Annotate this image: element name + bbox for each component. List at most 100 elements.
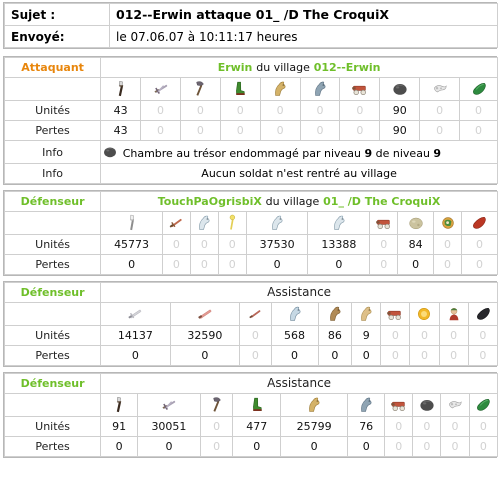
sword-thin-red-icon: [239, 302, 272, 326]
side-label-attacker: Attaquant: [3, 57, 102, 78]
battle-report-page: Sujet : 012--Erwin attaque 01_ /D The Cr…: [0, 0, 500, 503]
losses-light-cavalry: 0: [259, 120, 301, 141]
info-message: Chambre au trésor endommagé par niveau 9…: [122, 147, 442, 160]
losses-sword-pink: 0: [169, 345, 241, 366]
losses-spear-white: 0: [100, 254, 163, 275]
spear-icon: [100, 77, 142, 101]
losses-horse-brown: 0: [317, 345, 353, 366]
units-paladin-head: 0: [438, 325, 469, 346]
paladin-icon: [419, 77, 461, 101]
unit-icon-row: [3, 77, 498, 101]
info-label: Info: [3, 140, 102, 164]
losses-axe: 0: [179, 120, 221, 141]
units-label: Unités: [3, 416, 102, 437]
units-scout-boot: 477: [232, 416, 282, 437]
losses-sword-silver: 0: [100, 345, 171, 366]
losses-horse-white-md: 0: [245, 254, 309, 275]
block-title-row: Défenseur TouchPaOgrisbiX du village 01_ …: [3, 191, 498, 212]
units-paladin-horn: 0: [433, 234, 462, 255]
block-title-defender-assist-1: Assistance: [100, 282, 498, 303]
side-label-defender-assist-2: Défenseur: [3, 373, 102, 394]
units-row: Unités 14137 32590 0 568 86 9 0 0 0 0: [3, 325, 499, 346]
report-table-defender-assist-2: Défenseur Assistance Unités 91 30051 0 477 257…: [3, 373, 499, 457]
units-catapult-stone: 84: [397, 234, 435, 255]
report-header-block: Sujet : 012--Erwin attaque 01_ /D The Cr…: [3, 2, 498, 49]
units-axe: 0: [199, 416, 234, 437]
units-horse-white-lg: 13388: [307, 234, 371, 255]
horse-white-md-icon: [245, 211, 309, 235]
losses-light-cavalry: 0: [280, 436, 349, 457]
losses-paladin-head: 0: [438, 345, 469, 366]
losses-catapult: 90: [379, 120, 421, 141]
units-heavy-cavalry: 0: [299, 100, 341, 121]
side-label-defender-assist-1: Défenseur: [3, 282, 102, 303]
block-title-row: Défenseur Assistance: [3, 373, 498, 394]
block-title-row: Défenseur Assistance: [3, 282, 498, 303]
units-horse-white-sm: 0: [189, 234, 219, 255]
report-block-defender-main: Défenseur TouchPaOgrisbiX du village 01_ …: [3, 190, 499, 276]
block-title-attacker: Erwin du village 012--Erwin: [100, 57, 498, 78]
light-cavalry-icon: [259, 77, 301, 101]
report-blocks-host: Attaquant Erwin du village 012--Erwin Uni…: [3, 56, 499, 458]
units-spear: 43: [100, 100, 142, 121]
units-sword-red: 0: [161, 234, 191, 255]
losses-catapult-stone: 0: [397, 254, 435, 275]
losses-scout-boot: 0: [219, 120, 261, 141]
losses-ram: 0: [369, 254, 399, 275]
units-catapult: 90: [379, 100, 421, 121]
losses-heavy-cavalry: 0: [299, 120, 341, 141]
nobleman-black-icon: [467, 302, 499, 326]
info-message: Aucun soldat n'est rentré au village: [201, 167, 397, 180]
units-row: Unités 91 30051 0 477 25799 76 0 0 0 0: [3, 416, 499, 437]
heavy-cavalry-icon: [347, 393, 386, 417]
spear-icon: [100, 393, 139, 417]
horse-blue-icon: [270, 302, 319, 326]
subject-value: 012--Erwin attaque 01_ /D The CroquiX: [109, 3, 498, 26]
losses-heavy-cavalry: 0: [347, 436, 386, 457]
losses-label: Pertes: [3, 254, 102, 275]
units-sword-thin-red: 0: [239, 325, 272, 346]
units-sun-paladin: 0: [409, 325, 440, 346]
units-row: Unités 45773 0 0 0 37530 13388 0 84 0 0: [3, 234, 499, 255]
ram-icon: [369, 211, 399, 235]
losses-paladin: 0: [419, 120, 461, 141]
catapult-icon: [379, 77, 421, 101]
nobleman-icon: [468, 393, 499, 417]
nobleman-icon: [459, 77, 498, 101]
block-title-row: Attaquant Erwin du village 012--Erwin: [3, 57, 498, 78]
scout-boot-icon: [219, 77, 261, 101]
units-ram: 0: [380, 325, 411, 346]
losses-sword: 0: [137, 436, 201, 457]
sent-value: le 07.06.07 à 10:11:17 heures: [109, 25, 498, 48]
info-text: Aucun soldat n'est rentré au village: [100, 163, 498, 184]
sword-red-icon: [161, 211, 191, 235]
paladin-horn-icon: [433, 211, 462, 235]
horse-white-sm-icon: [189, 211, 219, 235]
nobleman-red-icon: [460, 211, 499, 235]
losses-paladin-horn: 0: [433, 254, 462, 275]
ram-icon: [384, 393, 414, 417]
player-name: Erwin: [217, 61, 253, 74]
sword-pink-icon: [169, 302, 241, 326]
losses-sword-thin-red: 0: [239, 345, 272, 366]
scout-boot-icon: [232, 393, 282, 417]
info-text: Chambre au trésor endommagé par niveau 9…: [100, 140, 498, 164]
losses-axe: 0: [199, 436, 234, 457]
units-scout-boot: 0: [219, 100, 261, 121]
horse-tan-icon: [351, 302, 382, 326]
paladin-head-icon: [438, 302, 469, 326]
losses-sword-red: 0: [161, 254, 191, 275]
unit-icon-row: [3, 302, 499, 326]
sent-row: Envoyé: le 07.06.07 à 10:11:17 heures: [4, 25, 498, 48]
units-spear-white: 45773: [100, 234, 163, 255]
sword-icon: [140, 77, 181, 101]
units-nobleman: 0: [459, 100, 498, 121]
losses-nobleman-red: 0: [460, 254, 499, 275]
losses-nobleman: 0: [468, 436, 499, 457]
subject-label: Sujet :: [4, 3, 110, 26]
sword-icon: [137, 393, 201, 417]
report-table-defender-assist-1: Défenseur Assistance Unités 14137 32590 0 568…: [3, 282, 499, 366]
losses-label: Pertes: [3, 436, 102, 457]
sword-silver-icon: [100, 302, 171, 326]
losses-horse-blue: 0: [270, 345, 319, 366]
